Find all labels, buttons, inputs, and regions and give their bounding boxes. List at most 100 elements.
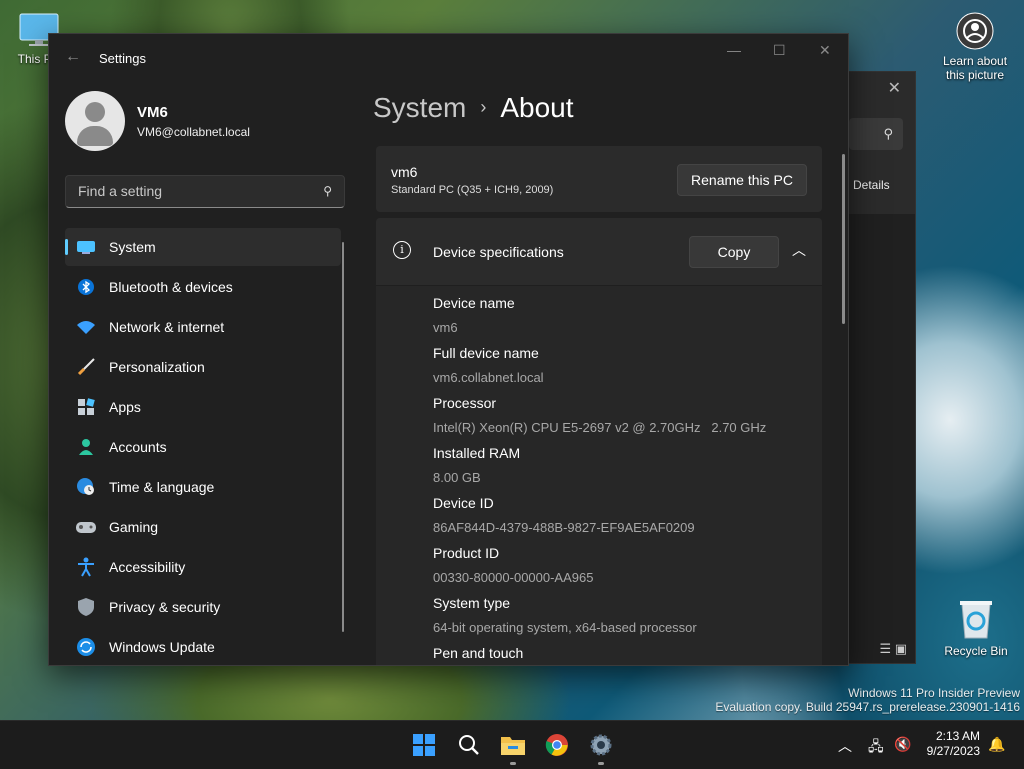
- sidebar-item-label: Accessibility: [109, 559, 186, 575]
- apps-icon: [75, 396, 97, 418]
- clock-date: 9/27/2023: [926, 744, 980, 758]
- sidebar-item-gaming[interactable]: Gaming: [65, 508, 341, 546]
- pc-name-card: vm6 Standard PC (Q35 + ICH9, 2009) Renam…: [376, 146, 822, 212]
- camera-person-icon: [956, 12, 994, 50]
- chevron-up-icon[interactable]: ︿: [838, 736, 852, 756]
- update-icon: [75, 636, 97, 658]
- taskbar: ︿ 🖧 🔇 2:13 AM 9/27/2023 🔔: [0, 720, 1024, 769]
- gamepad-icon: [75, 516, 97, 538]
- minimize-icon[interactable]: —: [727, 42, 741, 58]
- spec-value: 8.00 GB: [433, 470, 481, 485]
- spec-value: 64-bit operating system, x64-based proce…: [433, 620, 697, 635]
- back-arrow-icon[interactable]: ←: [65, 48, 81, 66]
- sidebar-item-bluetooth[interactable]: Bluetooth & devices: [65, 268, 341, 306]
- pc-model: Standard PC (Q35 + ICH9, 2009): [391, 184, 554, 196]
- start-button[interactable]: [410, 731, 438, 759]
- sidebar-item-privacy[interactable]: Privacy & security: [65, 588, 341, 626]
- details-label[interactable]: Details: [853, 178, 890, 192]
- taskbar-search-button[interactable]: [455, 731, 483, 759]
- spec-key: Device name: [433, 295, 515, 311]
- background-search-box[interactable]: ⚲: [849, 118, 903, 150]
- recycle-bin-desktop-icon[interactable]: Recycle Bin: [940, 598, 1012, 658]
- breadcrumb-parent[interactable]: System: [373, 92, 466, 123]
- spec-row-pen-touch: Pen and touch: [433, 644, 813, 665]
- spec-row-device-id: Device ID 86AF844D-4379-488B-9827-EF9AE5…: [433, 494, 813, 544]
- accessibility-icon: [75, 556, 97, 578]
- copy-button[interactable]: Copy: [689, 236, 779, 268]
- window-title: Settings: [99, 51, 146, 66]
- spec-row-full-device-name: Full device name vm6.collabnet.local: [433, 344, 813, 394]
- close-icon[interactable]: ✕: [888, 78, 901, 98]
- sidebar-item-label: Personalization: [109, 359, 205, 375]
- maximize-icon[interactable]: ☐: [773, 42, 786, 59]
- search-input[interactable]: [76, 182, 310, 200]
- settings-icon: [590, 734, 612, 756]
- spec-row-system-type: System type 64-bit operating system, x64…: [433, 594, 813, 644]
- globe-clock-icon: [75, 476, 97, 498]
- rename-pc-button[interactable]: Rename this PC: [677, 164, 807, 196]
- spec-value: vm6.collabnet.local: [433, 370, 544, 385]
- breadcrumb-separator: ›: [480, 97, 487, 117]
- running-indicator: [598, 762, 604, 765]
- close-icon[interactable]: ✕: [819, 42, 831, 59]
- spec-value: vm6: [433, 320, 458, 335]
- bluetooth-icon: [75, 276, 97, 298]
- spec-list: Device name vm6 Full device name vm6.col…: [433, 294, 813, 665]
- breadcrumb: System › About: [373, 92, 574, 124]
- pc-name: vm6: [391, 164, 418, 180]
- active-indicator: [65, 239, 68, 255]
- settings-taskbar-button[interactable]: [587, 731, 615, 765]
- sidebar-item-accessibility[interactable]: Accessibility: [65, 548, 341, 586]
- title-bar: ← Settings — ☐ ✕: [49, 34, 848, 80]
- file-explorer-button[interactable]: [499, 731, 527, 765]
- spec-row-device-name: Device name vm6: [433, 294, 813, 344]
- user-name: VM6: [137, 104, 168, 121]
- sidebar-item-time-language[interactable]: Time & language: [65, 468, 341, 506]
- sidebar-item-label: Gaming: [109, 519, 159, 535]
- user-email: VM6@collabnet.local: [137, 125, 250, 139]
- sidebar-item-personalization[interactable]: Personalization: [65, 348, 341, 386]
- device-specifications-card: i Device specifications Copy ︿ Device na…: [376, 218, 822, 665]
- sidebar-scrollbar[interactable]: [342, 242, 344, 632]
- chevron-up-icon[interactable]: ︿: [792, 240, 806, 260]
- volume-muted-icon[interactable]: 🔇: [894, 736, 911, 753]
- sidebar-item-windows-update[interactable]: Windows Update: [65, 628, 341, 665]
- spec-value: Intel(R) Xeon(R) CPU E5-2697 v2 @ 2.70GH…: [433, 420, 767, 435]
- settings-window: ← Settings — ☐ ✕ VM6 VM6@collabnet.local…: [48, 33, 849, 666]
- sidebar-item-accounts[interactable]: Accounts: [65, 428, 341, 466]
- start-icon: [413, 734, 435, 756]
- search-icon: [459, 735, 479, 755]
- avatar[interactable]: [65, 91, 125, 151]
- chrome-icon: [545, 734, 568, 756]
- learn-about-picture-icon[interactable]: Learn about this picture: [936, 12, 1014, 82]
- sidebar-item-network[interactable]: Network & internet: [65, 308, 341, 346]
- watermark-edition: Windows 11 Pro Insider Preview: [848, 686, 1020, 700]
- find-setting-search[interactable]: ⚲: [65, 175, 345, 208]
- network-icon[interactable]: 🖧: [868, 736, 884, 760]
- shield-icon: [75, 596, 97, 618]
- spec-row-product-id: Product ID 00330-80000-00000-AA965: [433, 544, 813, 594]
- notification-bell-icon[interactable]: 🔔: [988, 736, 1005, 753]
- system-clock[interactable]: 2:13 AM 9/27/2023: [927, 729, 980, 759]
- chrome-button[interactable]: [543, 731, 571, 759]
- page-title: About: [500, 92, 574, 123]
- learn-about-picture-label: Learn about this picture: [942, 54, 1008, 82]
- sidebar-item-label: Privacy & security: [109, 599, 221, 615]
- device-specifications-header[interactable]: i Device specifications Copy ︿: [376, 218, 822, 286]
- recycle-bin-icon: [960, 601, 992, 639]
- view-toggle-icons[interactable]: ☰ ▣: [879, 641, 907, 657]
- sidebar-item-label: Time & language: [109, 479, 215, 495]
- spec-value: 00330-80000-00000-AA965: [433, 570, 594, 585]
- sidebar-item-system[interactable]: System: [65, 228, 341, 266]
- spec-row-processor: Processor Intel(R) Xeon(R) CPU E5-2697 v…: [433, 394, 813, 444]
- monitor-icon: [75, 236, 97, 258]
- sidebar-item-apps[interactable]: Apps: [65, 388, 341, 426]
- windows-watermark: Windows 11 Pro Insider Preview Evaluatio…: [715, 686, 1020, 714]
- recycle-bin-label: Recycle Bin: [944, 644, 1008, 658]
- content-scrollbar[interactable]: [842, 154, 845, 324]
- sidebar-item-label: Bluetooth & devices: [109, 279, 233, 295]
- brush-icon: [75, 356, 97, 378]
- sidebar-nav: System Bluetooth & devices Network & int…: [65, 228, 341, 665]
- background-window[interactable]: ✕ ⚲ Details ☰ ▣: [838, 71, 916, 664]
- file-explorer-icon: [501, 737, 525, 755]
